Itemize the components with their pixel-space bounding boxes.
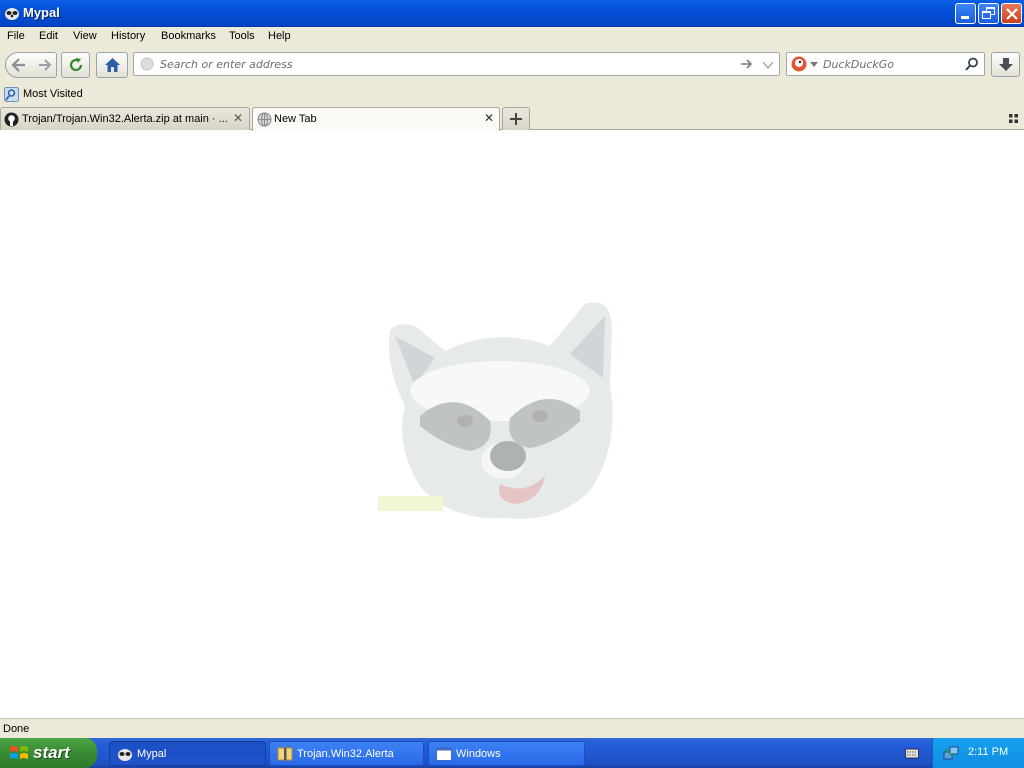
address-bar[interactable]: Search or enter address <box>133 52 780 76</box>
globe-icon <box>257 112 272 127</box>
page-content <box>0 131 1024 718</box>
taskbar-item-label: Trojan.Win32.Alerta <box>297 748 394 760</box>
window-title: Mypal <box>23 5 60 20</box>
most-visited-icon <box>4 87 19 102</box>
github-icon <box>4 112 19 127</box>
close-tab-icon[interactable]: ✕ <box>233 111 243 125</box>
list-all-tabs-icon[interactable] <box>1009 114 1018 123</box>
back-arrow-icon[interactable] <box>10 56 28 74</box>
home-button[interactable] <box>96 52 128 78</box>
status-text: Done <box>3 723 30 735</box>
tab-strip: Trojan/Trojan.Win32.Alerta.zip at main ·… <box>0 106 1024 131</box>
mypal-app-icon <box>118 749 132 761</box>
raccoon-watermark-image <box>378 302 613 519</box>
menu-edit[interactable]: Edit <box>39 30 58 42</box>
duckduckgo-icon[interactable] <box>791 56 807 72</box>
taskbar-item-label: Mypal <box>137 748 167 760</box>
menu-tools[interactable]: Tools <box>229 30 255 42</box>
taskbar: start Mypal Trojan.Win32.Alerta Windows … <box>0 738 1024 768</box>
network-icon[interactable] <box>943 745 959 761</box>
clock[interactable]: 2:11 PM <box>968 746 1008 758</box>
search-icon[interactable] <box>965 57 979 71</box>
minimize-button[interactable] <box>955 3 976 24</box>
downloads-button[interactable] <box>991 52 1020 77</box>
taskbar-item-windows[interactable]: Windows <box>428 741 585 766</box>
menu-view[interactable]: View <box>73 30 97 42</box>
menu-bookmarks[interactable]: Bookmarks <box>161 30 216 42</box>
go-arrow-icon[interactable] <box>740 58 754 70</box>
keyboard-icon[interactable] <box>905 747 919 759</box>
address-placeholder: Search or enter address <box>160 58 293 71</box>
taskbar-item-trojan[interactable]: Trojan.Win32.Alerta <box>269 741 424 766</box>
back-forward-group <box>5 52 57 78</box>
restore-button[interactable] <box>978 3 999 24</box>
search-placeholder: DuckDuckGo <box>823 58 894 71</box>
menu-file[interactable]: File <box>7 30 25 42</box>
reload-button[interactable] <box>61 52 90 78</box>
menu-history[interactable]: History <box>111 30 145 42</box>
system-tray: 2:11 PM <box>932 738 1024 768</box>
home-icon <box>105 58 120 72</box>
bookmarks-toolbar: Most Visited <box>0 84 1024 106</box>
download-icon <box>999 58 1013 71</box>
close-icon <box>1006 8 1018 20</box>
mypal-app-icon <box>5 8 19 20</box>
history-dropdown-icon[interactable] <box>762 61 774 69</box>
start-label: start <box>33 743 70 762</box>
taskbar-item-label: Windows <box>456 748 501 760</box>
reload-icon <box>69 58 83 72</box>
globe-icon <box>140 57 154 71</box>
status-bar: Done <box>0 718 1024 738</box>
forward-arrow-icon[interactable] <box>37 57 53 73</box>
menu-help[interactable]: Help <box>268 30 291 42</box>
menu-bar: File Edit View History Bookmarks Tools H… <box>0 27 1024 47</box>
title-bar[interactable]: Mypal <box>0 0 1024 27</box>
most-visited-bookmark[interactable]: Most Visited <box>3 86 85 104</box>
close-button[interactable] <box>1001 3 1022 24</box>
tab-new-tab[interactable]: New Tab ✕ <box>252 107 500 131</box>
plus-icon <box>510 113 522 125</box>
window-icon <box>436 747 452 761</box>
taskbar-item-mypal[interactable]: Mypal <box>109 741 266 766</box>
tab-label: Trojan/Trojan.Win32.Alerta.zip at main ·… <box>22 113 227 125</box>
search-bar[interactable]: DuckDuckGo <box>786 52 985 76</box>
new-tab-button[interactable] <box>502 107 530 130</box>
tab-github[interactable]: Trojan/Trojan.Win32.Alerta.zip at main ·… <box>0 107 250 130</box>
start-button[interactable]: start <box>0 738 97 768</box>
tab-label: New Tab <box>274 113 317 125</box>
engine-dropdown-icon[interactable] <box>810 62 818 67</box>
zip-folder-icon <box>277 747 293 761</box>
most-visited-label: Most Visited <box>23 88 83 100</box>
close-tab-icon[interactable]: ✕ <box>484 111 494 125</box>
windows-logo-icon <box>10 746 28 759</box>
